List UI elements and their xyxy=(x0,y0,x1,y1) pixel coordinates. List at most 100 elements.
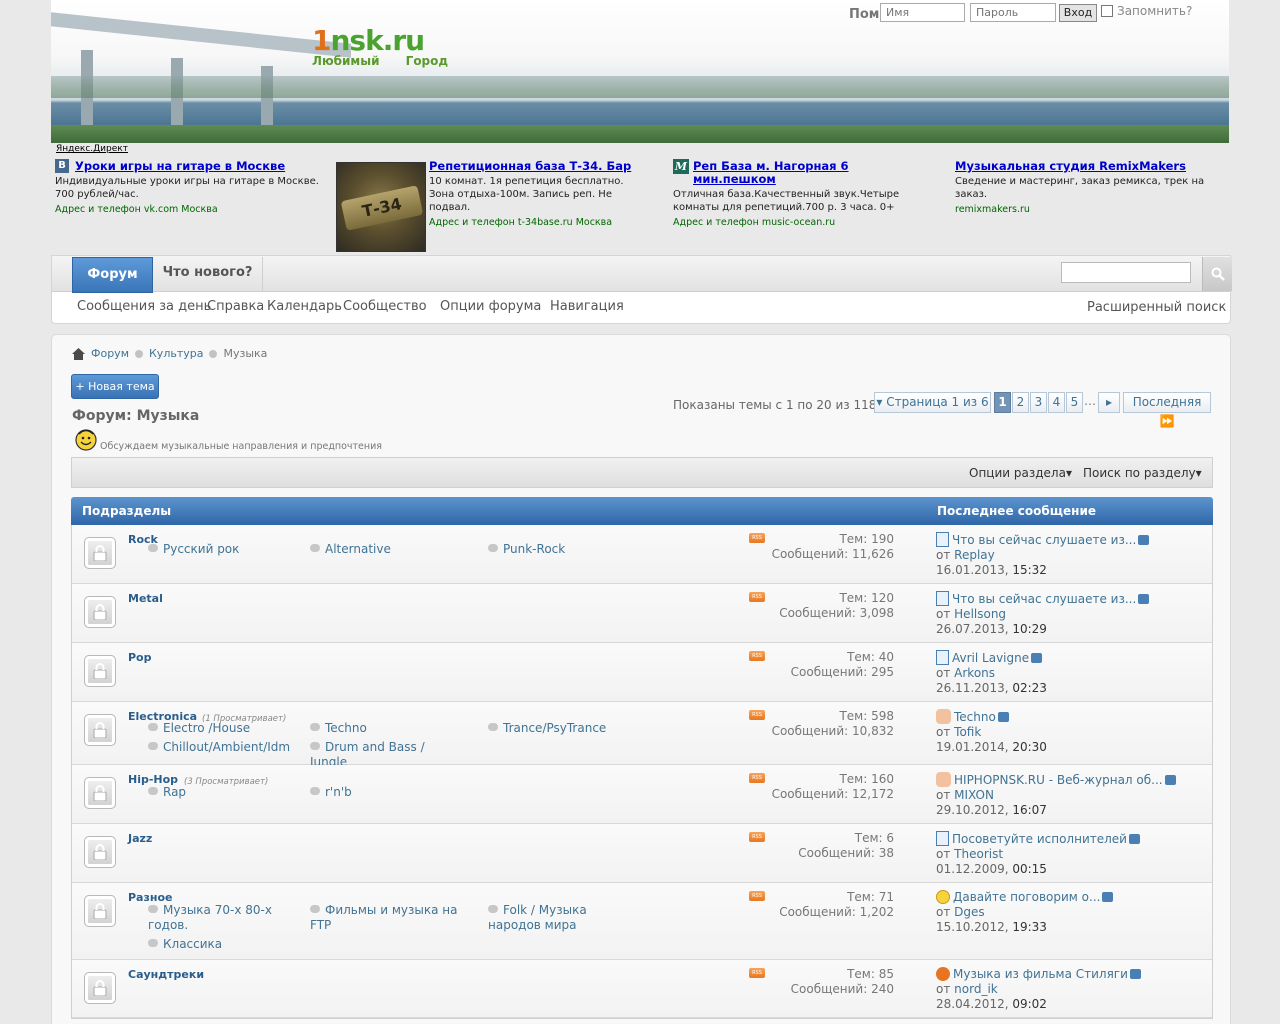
last-post-user[interactable]: Tofik xyxy=(954,725,981,739)
go-to-last-post-icon[interactable] xyxy=(997,712,1009,722)
rss-icon[interactable]: RSS xyxy=(749,968,765,978)
subforum-title[interactable]: Саундтреки xyxy=(128,968,204,981)
login-button[interactable]: Вход xyxy=(1059,4,1097,22)
remember-me[interactable]: Запомнить? xyxy=(1101,4,1192,18)
username-input[interactable] xyxy=(880,3,965,22)
subforum-title[interactable]: Jazz xyxy=(128,832,152,845)
yandex-direct-link[interactable]: Яндекс.Директ xyxy=(56,144,128,154)
subforum-child-link[interactable]: Punk-Rock xyxy=(488,542,638,557)
subforum-child-link[interactable]: Chillout/Ambient/Idm xyxy=(148,740,298,755)
go-to-last-post-icon[interactable] xyxy=(1129,969,1141,979)
subforum-child-link[interactable]: Techno xyxy=(310,721,460,736)
last-post-title[interactable]: Посоветуйте исполнителей xyxy=(952,832,1127,847)
last-page-button[interactable]: Последняя ⏩ xyxy=(1123,392,1211,428)
go-to-last-post-icon[interactable] xyxy=(1138,535,1150,545)
page-1[interactable]: 1 xyxy=(994,392,1011,413)
document-icon xyxy=(936,591,949,606)
tab-forum[interactable]: Форум xyxy=(72,257,153,293)
subnav-calendar[interactable]: Календарь xyxy=(267,299,342,314)
rss-icon[interactable]: RSS xyxy=(749,592,765,602)
subforum-child-label: Музыка 70-х 80-х годов. xyxy=(148,903,272,932)
ad-image[interactable]: Т-34 xyxy=(336,162,426,252)
subnav-community[interactable]: Сообщество xyxy=(343,299,427,314)
remember-checkbox[interactable] xyxy=(1101,5,1113,17)
breadcrumb-culture[interactable]: Культура xyxy=(149,347,203,360)
page-3[interactable]: 3 xyxy=(1030,392,1047,413)
last-post-user[interactable]: Replay xyxy=(954,548,995,562)
ad-url[interactable]: remixmakers.ru xyxy=(955,203,1220,216)
subforum-child-link[interactable]: Классика xyxy=(148,937,298,952)
last-post-title[interactable]: Avril Lavigne xyxy=(952,651,1029,666)
rss-icon[interactable]: RSS xyxy=(749,773,765,783)
ad-title[interactable]: Уроки игры на гитаре в Москве xyxy=(75,160,330,173)
subforum-child-link[interactable]: Folk / Музыка народов мира xyxy=(488,903,638,933)
search-input[interactable] xyxy=(1061,262,1191,283)
lock-icon xyxy=(93,722,107,738)
last-post-title[interactable]: HIPHOPNSK.RU - Веб-журнал об... xyxy=(954,773,1163,788)
search-button[interactable] xyxy=(1202,257,1232,291)
go-to-last-post-icon[interactable] xyxy=(1138,594,1150,604)
breadcrumb-forum[interactable]: Форум xyxy=(91,347,129,360)
home-icon[interactable] xyxy=(72,347,85,360)
subnav-forum-options[interactable]: Опции форума xyxy=(440,299,541,314)
section-options-dropdown[interactable]: Опции раздела▾ xyxy=(969,466,1072,480)
subforum-child-link[interactable]: Electro /House xyxy=(148,721,298,736)
rss-icon[interactable]: RSS xyxy=(749,710,765,720)
go-to-last-post-icon[interactable] xyxy=(1031,653,1043,663)
subforum-title[interactable]: Metal xyxy=(128,592,163,605)
site-logo[interactable]: 1nsk.ru Любимый Город xyxy=(312,24,448,68)
ad-url[interactable]: Адрес и телефон music-ocean.ru xyxy=(673,216,933,229)
password-input[interactable] xyxy=(970,3,1056,22)
subnav-help[interactable]: Справка xyxy=(207,299,264,314)
main-content: Форум Культура Музыка + Новая тема Форум… xyxy=(51,334,1231,1024)
navbar-tabs: Форум Что нового? xyxy=(52,256,1232,293)
subforum-child-link[interactable]: Trance/PsyTrance xyxy=(488,721,638,736)
rss-icon[interactable]: RSS xyxy=(749,891,765,901)
rss-icon[interactable]: RSS xyxy=(749,651,765,661)
page-5[interactable]: 5 xyxy=(1066,392,1083,413)
subforum-child-link[interactable]: r'n'b xyxy=(310,785,460,800)
ad-url[interactable]: Адрес и телефон vk.com Москва xyxy=(55,203,330,216)
rss-icon[interactable]: RSS xyxy=(749,533,765,543)
page-2[interactable]: 2 xyxy=(1012,392,1029,413)
go-to-last-post-icon[interactable] xyxy=(1102,892,1114,902)
last-post-user[interactable]: Arkons xyxy=(954,666,995,680)
section-search-dropdown[interactable]: Поиск по разделу▾ xyxy=(1083,466,1202,480)
last-post-user[interactable]: Hellsong xyxy=(954,607,1006,621)
subforum-status-icon xyxy=(84,895,116,927)
threads-count: Тем: 71 xyxy=(847,890,894,904)
new-topic-button[interactable]: + Новая тема xyxy=(71,374,159,399)
ad-title[interactable]: Реп База м. Нагорная 6 мин.пешком xyxy=(693,160,933,186)
subnav-todays-posts[interactable]: Сообщения за день xyxy=(77,299,211,314)
subnav-navigation[interactable]: Навигация xyxy=(550,299,624,314)
go-to-last-post-icon[interactable] xyxy=(1128,834,1140,844)
rss-icon[interactable]: RSS xyxy=(749,832,765,842)
advanced-search-link[interactable]: Расширенный поиск xyxy=(1087,300,1226,315)
last-post-title[interactable]: Что вы сейчас слушаете из... xyxy=(952,592,1136,607)
subforum-child-link[interactable]: Русский рок xyxy=(148,542,298,557)
last-post-title[interactable]: Давайте поговорим о... xyxy=(953,890,1100,905)
last-post-user[interactable]: MIXON xyxy=(954,788,994,802)
ad-title[interactable]: Музыкальная студия RemixMakers xyxy=(955,160,1220,173)
section-options-bar: Опции раздела▾ Поиск по разделу▾ xyxy=(71,457,1213,488)
subforum-child-link[interactable]: Фильмы и музыка на FTP xyxy=(310,903,460,933)
subforum-child-link[interactable]: Музыка 70-х 80-х годов. xyxy=(148,903,298,933)
ad-url[interactable]: Адрес и телефон t-34base.ru Москва xyxy=(429,216,644,229)
tab-whats-new[interactable]: Что нового? xyxy=(153,257,263,291)
page-of-dropdown[interactable]: ▾ Страница 1 из 6 xyxy=(874,392,991,413)
music-ocean-icon: M xyxy=(673,159,689,174)
last-post-title[interactable]: Techno xyxy=(954,710,996,725)
last-post-title[interactable]: Музыка из фильма Стиляги xyxy=(953,967,1128,982)
last-post-user[interactable]: nord_ik xyxy=(954,982,998,996)
subforum-title[interactable]: Pop xyxy=(128,651,152,664)
subforum-child-link[interactable]: Alternative xyxy=(310,542,460,557)
thumbs-up-icon xyxy=(936,772,951,787)
subforum-child-link[interactable]: Rap xyxy=(148,785,298,800)
last-post-user[interactable]: Dges xyxy=(954,905,985,919)
ad-title[interactable]: Репетиционная база Т-34. Бар xyxy=(429,160,644,173)
next-page-button[interactable]: ▸ xyxy=(1098,392,1120,413)
last-post-title[interactable]: Что вы сейчас слушаете из... xyxy=(952,533,1136,548)
go-to-last-post-icon[interactable] xyxy=(1164,775,1176,785)
last-post-user[interactable]: Theorist xyxy=(954,847,1003,861)
page-4[interactable]: 4 xyxy=(1048,392,1065,413)
